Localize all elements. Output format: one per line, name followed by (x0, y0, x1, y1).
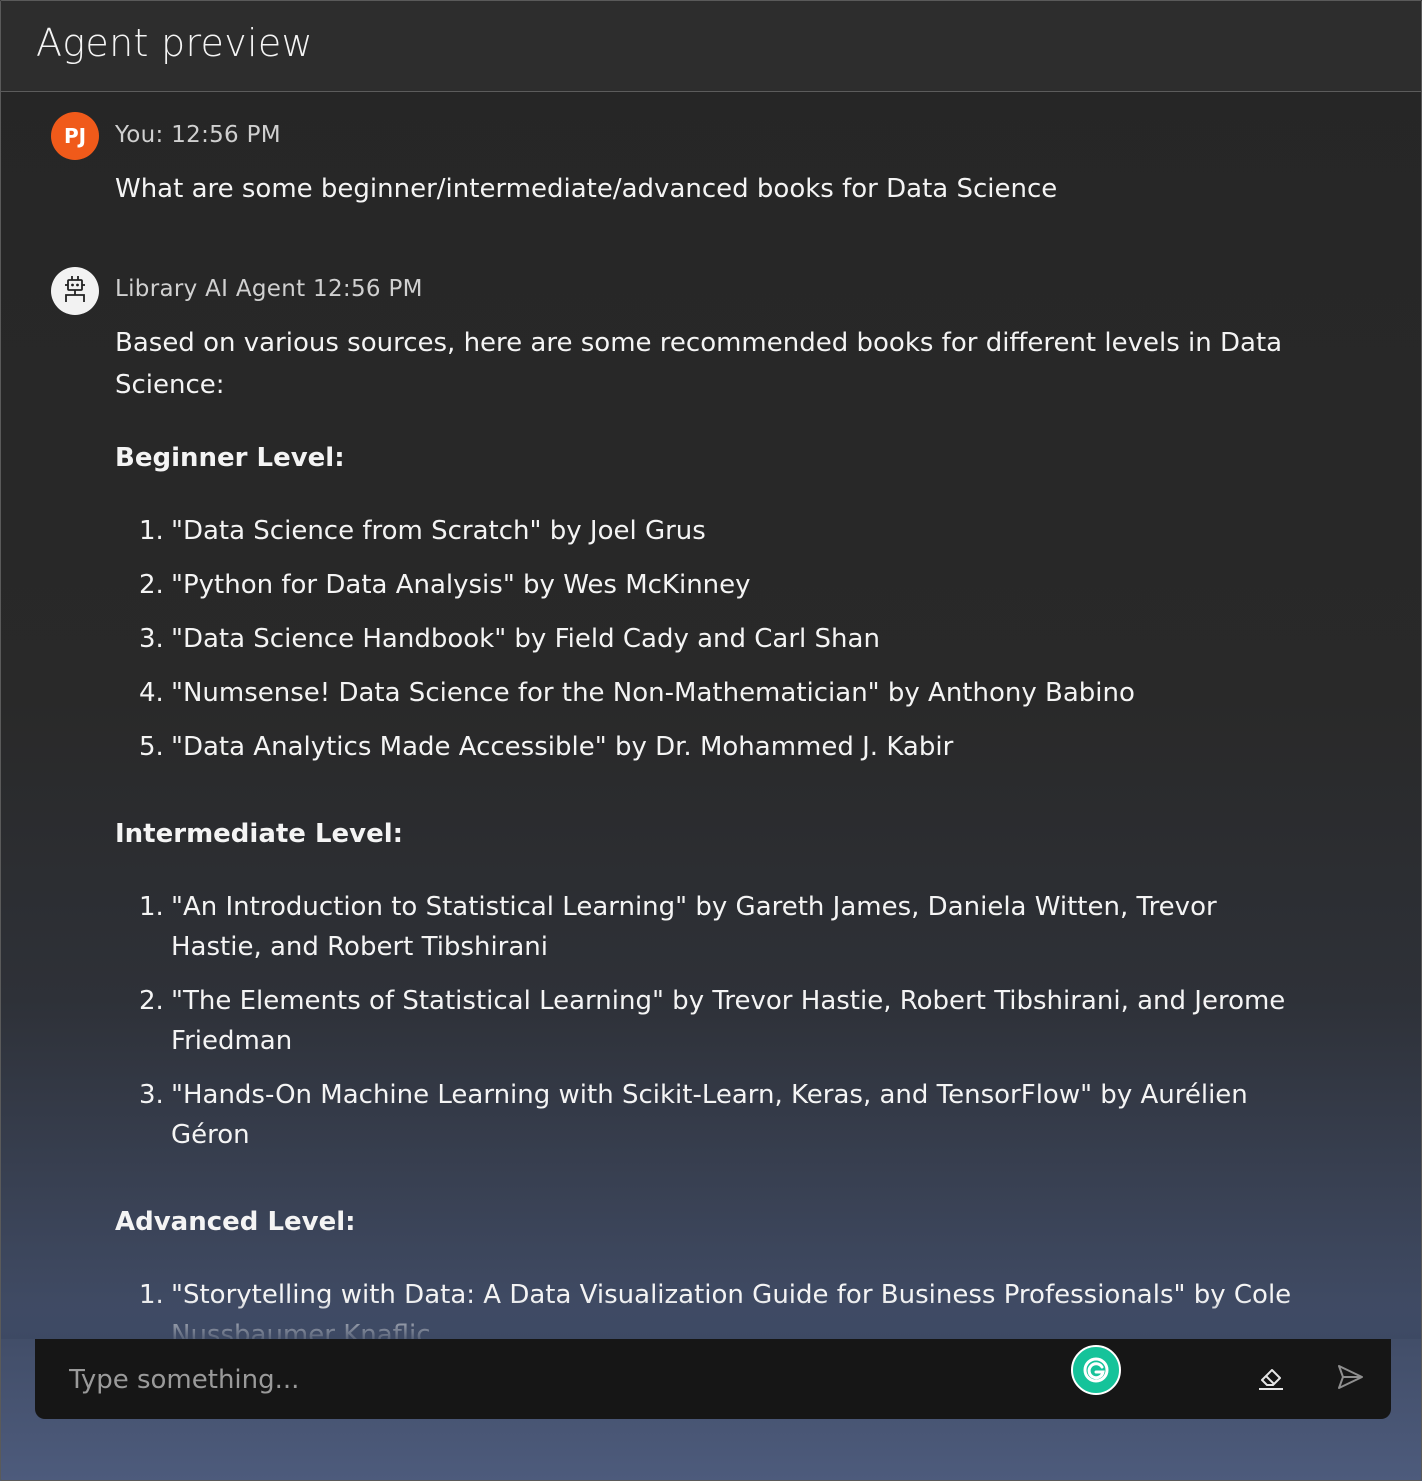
list-item: 1. "An Introduction to Statistical Learni… (139, 892, 1217, 962)
agent-intro: Based on various sources, here are some … (115, 328, 1283, 400)
page-title: Agent preview (36, 21, 313, 65)
list-item: 1. "Storytelling with Data: A Data Visual… (139, 1280, 1292, 1339)
message-input[interactable] (67, 1359, 1071, 1401)
chat-log[interactable]: PJ You: 12:56 PM What are some beginner/… (1, 93, 1421, 1339)
list-item: 1. "Data Science from Scratch" by Joel Gr… (139, 516, 706, 546)
send-icon (1335, 1362, 1365, 1396)
agent-avatar (51, 267, 99, 315)
robot-icon (61, 274, 89, 308)
section-title-advanced: Advanced Level: (115, 1207, 356, 1237)
user-avatar: PJ (51, 112, 99, 160)
send-button[interactable] (1332, 1361, 1368, 1397)
list-item: 2. "The Elements of Statistical Learning"… (139, 986, 1286, 1056)
message-meta: You: 12:56 PM (115, 122, 281, 148)
eraser-icon (1255, 1361, 1287, 1397)
message-composer (35, 1339, 1391, 1419)
grammarly-icon[interactable] (1071, 1345, 1121, 1395)
message-text: What are some beginner/intermediate/adva… (115, 174, 1058, 204)
avatar-initials: PJ (63, 124, 87, 148)
section-title-beginner: Beginner Level: (115, 443, 345, 473)
list-item: 3. "Data Science Handbook" by Field Cady … (139, 624, 880, 654)
list-item: 3. "Hands-On Machine Learning with Scikit… (139, 1080, 1248, 1150)
message-meta: Library AI Agent 12:56 PM (115, 276, 423, 302)
header: Agent preview (1, 1, 1421, 92)
list-item: 4. "Numsense! Data Science for the Non-Ma… (139, 678, 1135, 708)
clear-button[interactable] (1253, 1361, 1289, 1397)
agent-preview-panel: Agent preview PJ You: 12:56 PM What are … (0, 0, 1422, 1481)
list-item: 2. "Python for Data Analysis" by Wes McKi… (139, 570, 751, 600)
section-title-intermediate: Intermediate Level: (115, 819, 404, 849)
list-item: 5. "Data Analytics Made Accessible" by Dr… (139, 732, 954, 762)
